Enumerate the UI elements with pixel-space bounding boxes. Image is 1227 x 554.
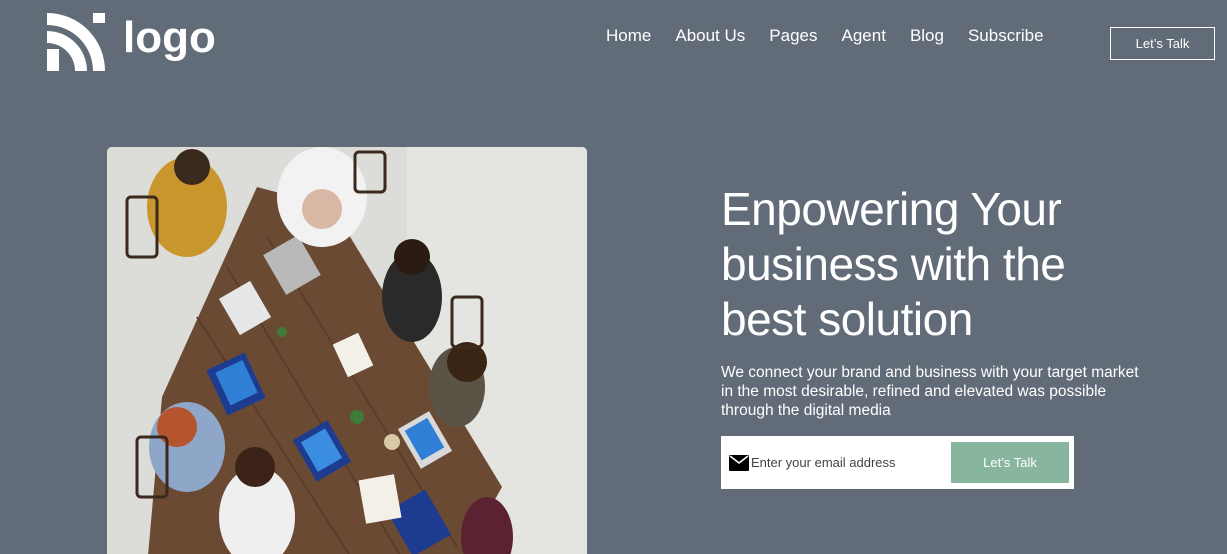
hero-image xyxy=(107,147,587,554)
nav-subscribe[interactable]: Subscribe xyxy=(968,26,1044,46)
nav-blog[interactable]: Blog xyxy=(910,26,944,46)
main-nav: Home About Us Pages Agent Blog Subscribe xyxy=(606,26,1044,46)
logo-text: logo xyxy=(123,13,216,62)
email-signup-form: Let’s Talk xyxy=(721,436,1074,489)
nav-about-us[interactable]: About Us xyxy=(675,26,745,46)
logo-mark-icon xyxy=(47,13,105,71)
nav-home[interactable]: Home xyxy=(606,26,651,46)
email-input[interactable] xyxy=(751,455,947,470)
envelope-icon xyxy=(729,454,749,471)
logo[interactable]: logo xyxy=(47,13,216,71)
submit-lets-talk-button[interactable]: Let’s Talk xyxy=(951,442,1069,483)
nav-agent[interactable]: Agent xyxy=(842,26,886,46)
hero-description: We connect your brand and business with … xyxy=(721,364,1139,419)
team-meeting-photo xyxy=(107,147,587,554)
hero-title: Enpowering Your business with the best s… xyxy=(721,183,1066,345)
nav-pages[interactable]: Pages xyxy=(769,26,817,46)
header-lets-talk-button[interactable]: Let’s Talk xyxy=(1110,27,1215,60)
